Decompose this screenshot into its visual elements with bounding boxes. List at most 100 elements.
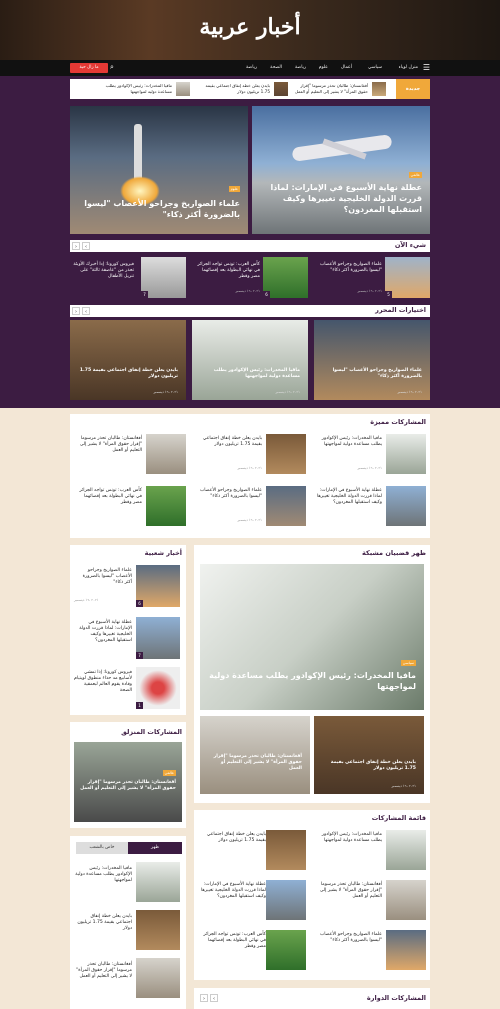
popular-item-3[interactable]: فيروس كورونا: إذا تمشي لأسابيع مد حذاء م… (74, 670, 132, 694)
posts-list-title: قائمة المشاركات (371, 814, 426, 822)
editor-card-2[interactable]: مافيا المخدرات: رئيس الإكوادور يطلب مساع… (192, 320, 308, 400)
tabs-item-1[interactable]: مافيا المخدرات: رئيس الإكوادور يطلب مساع… (74, 866, 132, 884)
sliding-card[interactable]: عالمي أفغانستان: طالبان تحذر مرسوما "إقر… (74, 742, 182, 822)
grid-big-tag[interactable]: سياسي (400, 660, 416, 666)
popular-item-2[interactable]: عطلة نهاية الأسبوع في الإمارات: لماذا قر… (74, 620, 132, 644)
hero-1-tag[interactable]: عالمي (408, 172, 422, 178)
featured-date-2: ٢٠٢١ ،١٦ ديسمبر (237, 466, 262, 470)
featured-item-4[interactable]: عطلة نهاية الأسبوع في الإمارات: لماذا قر… (312, 488, 382, 506)
grid-small-2-title[interactable]: أفغانستان: طالبان تحذر مرسوما "إقرار حقو… (208, 754, 302, 772)
posts-thumb-2[interactable] (266, 830, 306, 870)
nav-item-politics[interactable]: سياسي (368, 65, 382, 70)
nav-item-business[interactable]: أعمال (341, 65, 352, 70)
editors-title: اختيارات المحرر (375, 306, 426, 314)
prev-arrow-editors[interactable]: ‹ (72, 307, 80, 315)
featured-thumb-5[interactable] (266, 486, 306, 526)
editor-card-1-date: ٢٠٢١ ،١٦ ديسمبر (397, 390, 422, 394)
featured-item-5[interactable]: علماء الصواريخ وجراحو الأعصاب "ليسوا بال… (192, 488, 262, 500)
editor-card-3-title[interactable]: بايدن يعلن خطة إنفاق اجتماعي بقيمة 1.75 … (78, 368, 178, 380)
trending-item-1[interactable]: علماء الصواريخ وجراحو الأعصاب "ليسوا بال… (316, 262, 382, 274)
ticker-thumb-3[interactable] (176, 82, 190, 96)
trending-bar (70, 240, 430, 252)
trending-num-2: 6 (263, 291, 270, 298)
featured-thumb-3[interactable] (146, 434, 186, 474)
tabs-thumb-3[interactable] (136, 958, 180, 998)
nav-item-sports[interactable]: رياضة (295, 65, 306, 70)
site-title[interactable]: أخبار عربية (0, 14, 500, 40)
featured-thumb-4[interactable] (386, 486, 426, 526)
posts-thumb-5[interactable] (386, 930, 426, 970)
featured-title: المشاركات مميزة (370, 418, 426, 426)
editor-card-1-title[interactable]: علماء الصواريخ وجراحو الأعصاب "ليسوا بال… (322, 368, 422, 380)
sliding-card-title[interactable]: أفغانستان: طالبان تحذر مرسوما "إقرار حقو… (80, 780, 176, 792)
grid-small-card-1[interactable]: بايدن يعلن خطة إنفاق اجتماعي بقيمة 1.75 … (314, 716, 424, 794)
tab-latest[interactable]: ظهر (128, 842, 182, 854)
editor-card-3[interactable]: بايدن يعلن خطة إنفاق اجتماعي بقيمة 1.75 … (70, 320, 186, 400)
posts-thumb-1[interactable] (386, 830, 426, 870)
tabs-item-2[interactable]: بايدن يعلن خطة إنفاق اجتماعي بقيمة 1.75 … (74, 914, 132, 932)
featured-item-2[interactable]: بايدن يعلن خطة إنفاق اجتماعي بقيمة 1.75 … (192, 436, 262, 448)
tab-popular[interactable]: خاص بالشعب (76, 842, 128, 854)
featured-date-5: ٢٠٢١ ،١٦ ديسمبر (237, 518, 262, 522)
nav-item-science[interactable]: علوم (319, 65, 328, 70)
ticker-item-2[interactable]: بايدن يعلن خطة إنفاق اجتماعي بقيمة 1.75 … (195, 83, 270, 95)
trending-date-2: ٢٠٢١ ،١٦ ديسمبر (235, 289, 260, 293)
grid-small-1-title[interactable]: بايدن يعلن خطة إنفاق اجتماعي بقيمة 1.75 … (322, 760, 416, 772)
posts-item-3[interactable]: أفغانستان: طالبان تحذر مرسوما "إقرار حقو… (312, 882, 382, 900)
editor-card-1[interactable]: علماء الصواريخ وجراحو الأعصاب "ليسوا بال… (314, 320, 430, 400)
hero-2-title[interactable]: علماء الصواريخ وجراحو الأعصاب "ليسوا بال… (78, 198, 240, 220)
featured-item-1[interactable]: مافيا المخدرات: رئيس الإكوادور يطلب مساع… (312, 436, 382, 448)
editor-card-2-date: ٢٠٢١ ،١٦ ديسمبر (275, 390, 300, 394)
menu-icon[interactable]: ☰ (423, 63, 430, 72)
grid-big-card[interactable]: سياسي مافيا المخدرات: رئيس الإكوادور يطل… (200, 564, 424, 710)
next-arrow-rotating[interactable]: › (210, 994, 218, 1002)
trending-item-3[interactable]: فيروس كورونا: إدا أخبرك الأوبئة تحذر من … (72, 262, 134, 280)
posts-thumb-4[interactable] (266, 880, 306, 920)
posts-item-1[interactable]: مافيا المخدرات: رئيس الإكوادور يطلب مساع… (312, 832, 382, 844)
tabs-item-3[interactable]: أفغانستان: طالبان تحذر مرسوما "إقرار حقو… (74, 962, 132, 980)
search-icon[interactable]: ⌕ (110, 63, 114, 72)
ticker-thumb-2[interactable] (274, 82, 288, 96)
sliding-tag[interactable]: عالمي (162, 770, 176, 776)
featured-item-6[interactable]: كأس العرب: تونس تواجه الجزائر في نهائي ا… (74, 488, 142, 506)
grid-big-title[interactable]: مافيا المخدرات: رئيس الإكوادور يطلب مساع… (208, 670, 416, 692)
posts-thumb-6[interactable] (266, 930, 306, 970)
editor-card-3-date: ٢٠٢١ ،١٦ ديسمبر (153, 390, 178, 394)
posts-item-2[interactable]: بايدن يعلن خطة إنفاق اجتماعي بقيمة 1.75 … (198, 832, 266, 844)
posts-item-5[interactable]: علماء الصواريخ وجراحو الأعصاب "ليسوا بال… (312, 932, 382, 944)
nav-item-home[interactable]: منزل لوياء (399, 65, 418, 70)
grid-small-card-2[interactable]: أفغانستان: طالبان تحذر مرسوما "إقرار حقو… (200, 716, 310, 794)
posts-thumb-3[interactable] (386, 880, 426, 920)
prev-arrow-trending[interactable]: ‹ (72, 242, 80, 250)
trending-num-3: 7 (141, 291, 148, 298)
ticker-item-3[interactable]: مافيا المخدرات: رئيس الإكوادور يطلب مساع… (97, 83, 172, 95)
posts-item-6[interactable]: كأس العرب: تونس تواجه الجزائر في نهائي ا… (198, 932, 266, 950)
next-arrow-editors[interactable]: › (82, 307, 90, 315)
ticker-label: جديدة (396, 79, 430, 99)
featured-thumb-2[interactable] (266, 434, 306, 474)
tabs-thumb-1[interactable] (136, 862, 180, 902)
nav-item-health[interactable]: الصحة (270, 65, 282, 70)
featured-item-3[interactable]: أفغانستان: طالبان تحذر مرسوما "إقرار حقو… (74, 436, 142, 454)
trending-item-2[interactable]: كأس العرب: تونس تواجه الجزائر في نهائي ا… (194, 262, 260, 280)
ticker-item-1[interactable]: أفغانستان: طالبان تحذر مرسوما "إقرار حقو… (293, 83, 368, 95)
featured-thumb-6[interactable] (146, 486, 186, 526)
hero-1-title[interactable]: عطلة نهاية الأسبوع في الإمارات: لماذا قر… (260, 182, 422, 215)
editor-card-2-title[interactable]: مافيا المخدرات: رئيس الإكوادور يطلب مساع… (200, 368, 300, 380)
hero-card-1[interactable]: عالمي عطلة نهاية الأسبوع في الإمارات: لم… (252, 106, 430, 234)
tabs-thumb-2[interactable] (136, 910, 180, 950)
next-arrow-trending[interactable]: › (82, 242, 90, 250)
hero-2-tag[interactable]: علوم (228, 186, 240, 192)
popular-item-1[interactable]: علماء الصواريخ وجراحو الأعصاب "ليسوا بال… (74, 568, 132, 586)
featured-thumb-1[interactable] (386, 434, 426, 474)
hero-card-2[interactable]: علوم علماء الصواريخ وجراحو الأعصاب "ليسو… (70, 106, 248, 234)
nav-item-sports-2[interactable]: رياضة (246, 65, 257, 70)
popular-num-2: 7 (136, 652, 143, 659)
trending-date-1: ٢٠٢١ ،١٦ ديسمبر (357, 289, 382, 293)
posts-item-4[interactable]: عطلة نهاية الأسبوع في الإمارات: لماذا قر… (198, 882, 266, 900)
rotating-title: المشاركات الدوارة (366, 994, 426, 1002)
subscribe-button[interactable]: ما زال حية (70, 63, 108, 73)
ticker-thumb-1[interactable] (372, 82, 386, 96)
prev-arrow-rotating[interactable]: ‹ (200, 994, 208, 1002)
grid-small-1-date: ٢٠٢١ ،١٦ ديسمبر (391, 784, 416, 788)
